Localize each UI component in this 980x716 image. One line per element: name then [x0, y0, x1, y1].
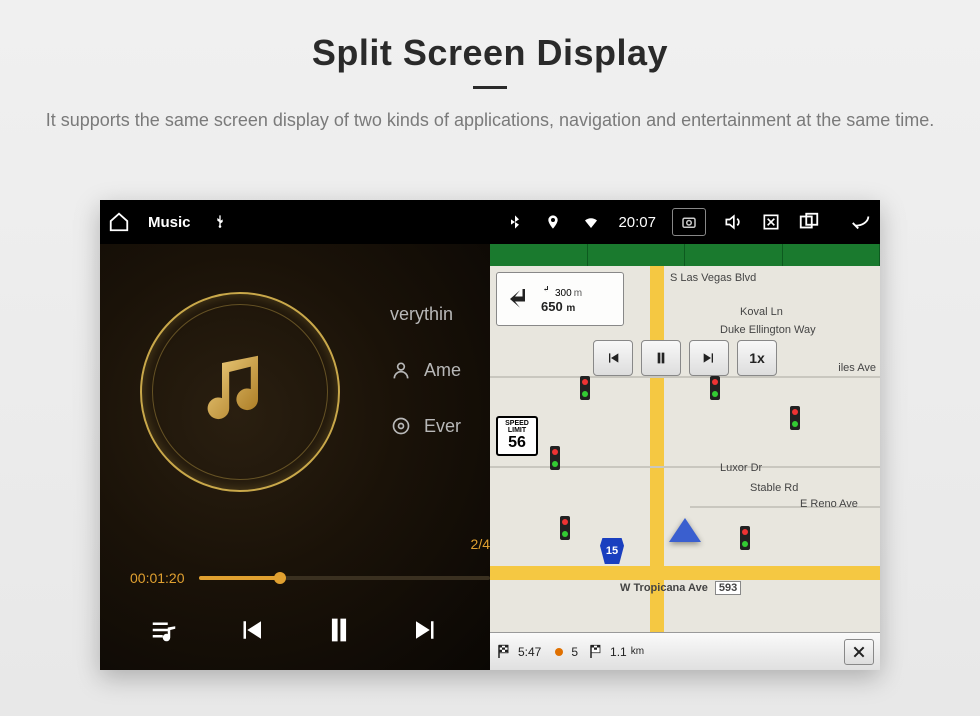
- music-panel: verythin Ame Ever 2/4 00:01:20: [100, 244, 490, 670]
- track-album: Ever: [424, 416, 461, 437]
- progress-row: 00:01:20: [130, 570, 490, 586]
- page-description: It supports the same screen display of t…: [40, 107, 940, 134]
- prev-track-button[interactable]: [229, 608, 273, 652]
- album-icon: [390, 415, 412, 437]
- flag-icon: [496, 643, 514, 661]
- device-frame: Music 20:07: [100, 200, 880, 670]
- recent-apps-icon[interactable]: [798, 211, 820, 233]
- route-shield: 15: [600, 538, 624, 564]
- clock-time: 20:07: [618, 214, 656, 231]
- artist-icon: [390, 359, 412, 381]
- distance-display: 1.1 km: [588, 643, 644, 661]
- close-app-icon[interactable]: [760, 211, 782, 233]
- street-label: S Las Vegas Blvd: [670, 272, 756, 284]
- street-label: iles Ave: [838, 362, 876, 374]
- track-row[interactable]: verythin: [390, 304, 490, 325]
- wifi-icon: [580, 211, 602, 233]
- track-row[interactable]: Ever: [390, 415, 490, 437]
- bluetooth-icon: [504, 211, 526, 233]
- next-track-button[interactable]: [404, 608, 448, 652]
- track-artist: Ame: [424, 360, 461, 381]
- close-icon: [851, 644, 867, 660]
- map-canvas[interactable]: S Las Vegas Blvd Koval Ln Duke Ellington…: [490, 266, 880, 632]
- street-label: Luxor Dr: [720, 462, 762, 474]
- page-title: Split Screen Display: [0, 32, 980, 74]
- volume-icon[interactable]: [722, 211, 744, 233]
- turn-left-icon: [505, 284, 535, 314]
- status-bar: Music 20:07: [100, 200, 880, 244]
- overlay-speed-button[interactable]: 1x: [737, 340, 777, 376]
- track-row[interactable]: Ame: [390, 359, 490, 381]
- nav-top-bar: [490, 244, 880, 266]
- street-label: Stable Rd: [750, 482, 798, 494]
- speed-limit-sign: SPEED LIMIT 56: [496, 416, 538, 456]
- traffic-light-icon: [790, 406, 800, 430]
- elapsed-time: 00:01:20: [130, 570, 185, 586]
- playlist-button[interactable]: [142, 608, 186, 652]
- turn-instruction: 300m 650 m: [496, 272, 624, 326]
- home-icon[interactable]: [108, 211, 130, 233]
- street-label: E Reno Ave: [800, 498, 858, 510]
- page-indicator: 2/4: [471, 536, 490, 552]
- street-label: Koval Ln: [740, 306, 783, 318]
- location-icon: [542, 211, 564, 233]
- stops-display: 5: [551, 644, 578, 660]
- overlay-next-button[interactable]: [689, 340, 729, 376]
- traffic-light-icon: [580, 376, 590, 400]
- pause-button[interactable]: [317, 608, 361, 652]
- music-controls: [100, 600, 490, 660]
- back-icon[interactable]: [850, 211, 872, 233]
- nav-close-button[interactable]: [844, 639, 874, 665]
- album-art[interactable]: [140, 292, 340, 492]
- traffic-light-icon: [560, 516, 570, 540]
- track-title: verythin: [390, 304, 453, 325]
- traffic-light-icon: [740, 526, 750, 550]
- app-label: Music: [148, 214, 191, 231]
- navigation-panel: S Las Vegas Blvd Koval Ln Duke Ellington…: [490, 244, 880, 670]
- title-underline: [473, 86, 507, 89]
- seek-bar[interactable]: [199, 576, 491, 580]
- traffic-light-icon: [550, 446, 560, 470]
- overlay-pause-button[interactable]: [641, 340, 681, 376]
- overlay-media-controls: 1x: [593, 340, 777, 376]
- flag-icon: [588, 643, 606, 661]
- eta-display: 5:47: [496, 643, 541, 661]
- vehicle-cursor-icon: [669, 518, 701, 542]
- screenshot-icon[interactable]: [672, 208, 706, 236]
- track-list: verythin Ame Ever: [390, 304, 490, 437]
- street-label: W Tropicana Ave 593: [620, 582, 741, 594]
- overlay-prev-button[interactable]: [593, 340, 633, 376]
- nav-bottom-bar: 5:47 5 1.1 km: [490, 632, 880, 670]
- music-note-icon: [195, 345, 285, 440]
- traffic-light-icon: [710, 376, 720, 400]
- waypoint-icon: [551, 644, 567, 660]
- usb-icon: [209, 211, 231, 233]
- street-label: Duke Ellington Way: [720, 324, 816, 336]
